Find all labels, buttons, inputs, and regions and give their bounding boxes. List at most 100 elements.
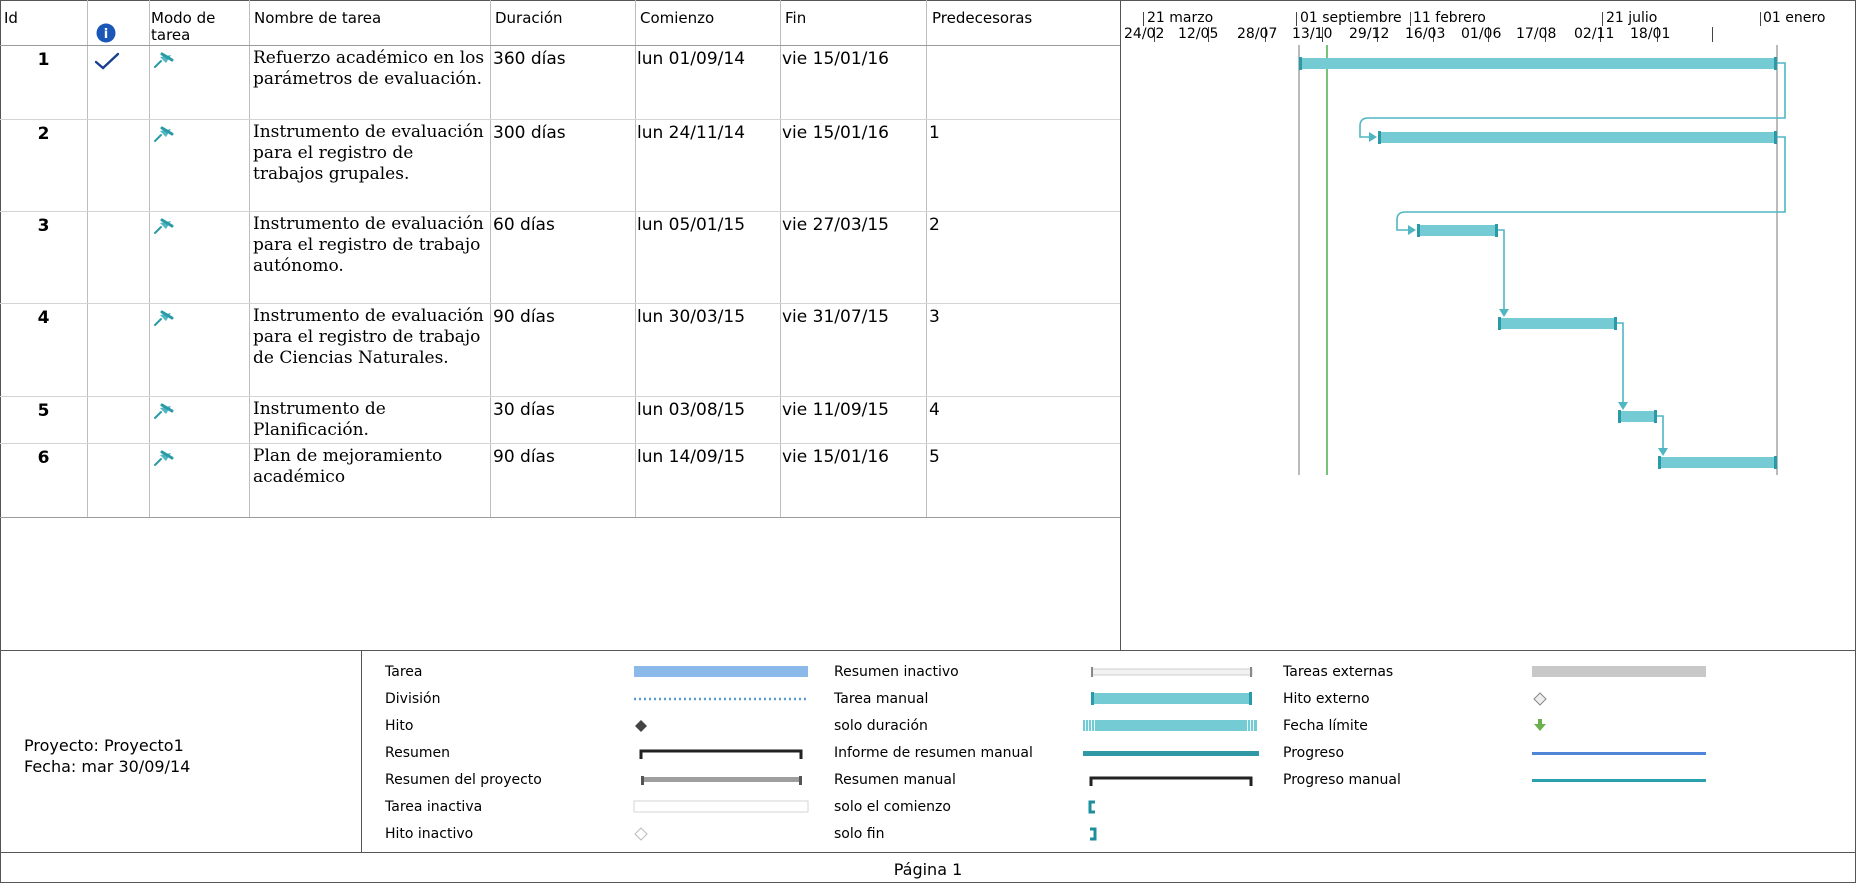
gantt-task-bar[interactable]	[1498, 318, 1617, 329]
gantt-task-bar[interactable]	[1417, 225, 1498, 236]
gantt-dependency-link	[1396, 136, 1786, 231]
timescale-top-label: 01 septiembre	[1300, 10, 1402, 26]
task-start[interactable]: lun 01/09/14	[637, 49, 745, 70]
gantt-bar-end-cap	[1614, 317, 1617, 330]
task-predecessors[interactable]: 2	[929, 215, 940, 236]
legend-milestone-symbol	[635, 720, 647, 732]
gantt-task-bar[interactable]	[1299, 58, 1777, 69]
legend-summary-symbol	[639, 749, 803, 759]
legend-manual-task-symbol	[1091, 693, 1252, 704]
legend-inactive-task-symbol	[633, 800, 809, 813]
task-id: 6	[37, 448, 50, 468]
gantt-bar-start-cap	[1618, 410, 1621, 423]
task-id: 5	[37, 401, 50, 421]
pushpin-manual-icon	[152, 51, 174, 69]
timescale-top-label: 11 febrero	[1413, 10, 1486, 26]
timescale-tick	[1602, 12, 1603, 26]
col-start-header[interactable]: Comienzo	[638, 10, 716, 27]
legend-manual-summary-symbol	[1089, 776, 1253, 786]
legend-task-symbol	[634, 666, 808, 677]
task-predecessors[interactable]: 3	[929, 307, 940, 328]
task-duration[interactable]: 300 días	[493, 123, 566, 144]
col-name-header[interactable]: Nombre de tarea	[252, 10, 383, 27]
gantt-bar-end-cap	[1774, 456, 1777, 469]
table-row[interactable]: 2 Instrumento de evaluación para el regis…	[0, 119, 1120, 211]
table-row[interactable]: 6 Plan de mejoramiento académico 90 días lu…	[0, 443, 1120, 517]
task-start[interactable]: lun 03/08/15	[637, 400, 745, 421]
legend-duration-only-symbol	[1083, 720, 1257, 731]
task-finish[interactable]: vie 15/01/16	[782, 447, 889, 468]
col-finish-header[interactable]: Fin	[783, 10, 808, 27]
task-id: 4	[37, 308, 50, 328]
col-predecessors-header[interactable]: Predecesoras	[930, 10, 1034, 27]
task-predecessors[interactable]: 4	[929, 400, 940, 421]
gantt-link-arrowhead	[1369, 132, 1377, 142]
task-start[interactable]: lun 30/03/15	[637, 307, 745, 328]
timescale-bottom-label: 24/02	[1124, 26, 1165, 42]
pushpin-manual-icon	[152, 402, 174, 420]
table-row[interactable]: 3 Instrumento de evaluación para el regis…	[0, 211, 1120, 303]
gantt-bar-end-cap	[1774, 131, 1777, 144]
task-duration[interactable]: 90 días	[493, 307, 555, 328]
gantt-task-bar[interactable]	[1618, 411, 1657, 422]
task-start[interactable]: lun 05/01/15	[637, 215, 745, 236]
gantt-dependency-link	[1498, 229, 1505, 310]
pushpin-manual-icon	[152, 309, 174, 327]
info-circle-icon[interactable]: i	[96, 23, 116, 43]
task-predecessors[interactable]: 5	[929, 447, 940, 468]
task-id: 2	[37, 124, 50, 144]
timescale-top-label: 21 julio	[1606, 10, 1658, 26]
task-finish[interactable]: vie 27/03/15	[782, 215, 889, 236]
col-id-header[interactable]: Id	[2, 10, 20, 27]
task-finish[interactable]: vie 31/07/15	[782, 307, 889, 328]
legend-manual-progress-symbol	[1532, 779, 1706, 782]
timescale-bottom-label: 17/08	[1516, 26, 1557, 42]
legend-manual-summary-rollup-symbol	[1083, 751, 1259, 756]
table-row[interactable]: 1 Refuerzo académico en los parámetros de…	[0, 45, 1120, 119]
task-predecessors[interactable]: 1	[929, 123, 940, 144]
timescale-bottom-label: 18/01	[1630, 26, 1671, 42]
gantt-task-bar[interactable]	[1658, 457, 1777, 468]
pushpin-manual-icon	[152, 217, 174, 235]
col-mode-header[interactable]: Modo de tarea	[149, 10, 249, 44]
timescale-bottom-label: 13/10	[1292, 26, 1333, 42]
timescale-bottom-label: 28/07	[1237, 26, 1278, 42]
task-name[interactable]: Instrumento de evaluación para el regist…	[251, 122, 489, 185]
table-row[interactable]: 5 Instrumento de Planificación. 30 días lun…	[0, 396, 1120, 443]
footer-top-border	[0, 852, 1856, 853]
timescale-bottom-label: 16/03	[1405, 26, 1446, 42]
task-finish[interactable]: vie 11/09/15	[782, 400, 889, 421]
legend-progress-symbol	[1532, 752, 1706, 755]
checkmark-icon	[94, 51, 120, 75]
col-duration-header[interactable]: Duración	[493, 10, 565, 27]
task-name[interactable]: Instrumento de Planificación.	[251, 399, 489, 441]
legend-external-milestone-symbol	[1533, 692, 1547, 706]
task-name[interactable]: Instrumento de evaluación para el regist…	[251, 214, 489, 277]
task-duration[interactable]: 360 días	[493, 49, 566, 70]
gantt-bar-start-cap	[1498, 317, 1501, 330]
legend-inactive-summary-symbol	[1091, 668, 1253, 676]
gantt-dependency-link	[1359, 62, 1786, 138]
task-finish[interactable]: vie 15/01/16	[782, 123, 889, 144]
table-bottom-line	[0, 517, 1120, 518]
task-finish[interactable]: vie 15/01/16	[782, 49, 889, 70]
gantt-task-bar[interactable]	[1378, 132, 1777, 143]
gantt-link-arrowhead	[1658, 448, 1668, 456]
timescale-bottom-label: 02/11	[1574, 26, 1615, 42]
task-start[interactable]: lun 24/11/14	[637, 123, 745, 144]
timescale-top-label: 01 enero	[1763, 10, 1826, 26]
task-duration[interactable]: 60 días	[493, 215, 555, 236]
task-duration[interactable]: 30 días	[493, 400, 555, 421]
task-id: 3	[37, 216, 50, 236]
task-name[interactable]: Refuerzo académico en los parámetros de …	[251, 48, 489, 90]
timescale-top-label: 21 marzo	[1147, 10, 1214, 26]
legend-finish-only-symbol	[1090, 827, 1097, 841]
task-name[interactable]: Instrumento de evaluación para el regist…	[251, 306, 489, 369]
table-row[interactable]: 4 Instrumento de evaluación para el regis…	[0, 303, 1120, 396]
task-start[interactable]: lun 14/09/15	[637, 447, 745, 468]
timescale-tick	[1410, 12, 1411, 26]
task-name[interactable]: Plan de mejoramiento académico	[251, 446, 489, 488]
gantt-chart	[1298, 45, 1786, 475]
timescale-tick	[1143, 12, 1144, 26]
task-duration[interactable]: 90 días	[493, 447, 555, 468]
